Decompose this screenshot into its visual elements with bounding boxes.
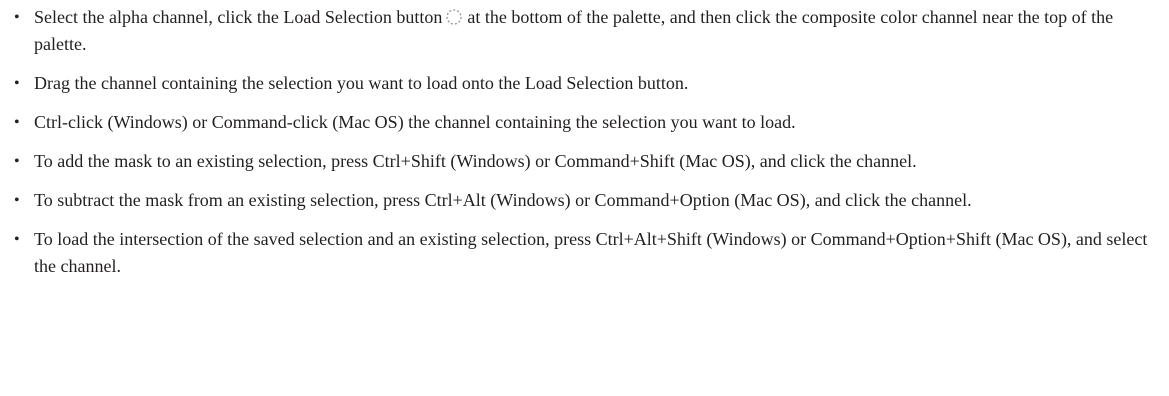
bullet-marker: • (14, 114, 20, 131)
list-item: • Ctrl-click (Windows) or Command-click … (10, 109, 1149, 136)
list-item-text: Drag the channel containing the selectio… (34, 73, 689, 93)
bullet-marker: • (14, 231, 20, 248)
instruction-list: • Select the alpha channel, click the Lo… (10, 4, 1149, 280)
list-item: • To subtract the mask from an existing … (10, 187, 1149, 214)
list-item: • Drag the channel containing the select… (10, 70, 1149, 97)
list-item: • To add the mask to an existing selecti… (10, 148, 1149, 175)
list-item-text: Ctrl-click (Windows) or Command-click (M… (34, 112, 796, 132)
list-item: • Select the alpha channel, click the Lo… (10, 4, 1149, 58)
list-item-text: To subtract the mask from an existing se… (34, 190, 972, 210)
document-page: • Select the alpha channel, click the Lo… (0, 0, 1169, 396)
list-item-text-part1: Select the alpha channel, click the Load… (34, 7, 443, 27)
bullet-marker: • (14, 192, 20, 209)
list-item-text: To add the mask to an existing selection… (34, 151, 917, 171)
bullet-marker: • (14, 153, 20, 170)
bullet-marker: • (14, 9, 20, 26)
bullet-marker: • (14, 75, 20, 92)
list-item: • To load the intersection of the saved … (10, 226, 1149, 280)
load-selection-icon (445, 8, 463, 26)
list-item-text: To load the intersection of the saved se… (34, 229, 1148, 276)
